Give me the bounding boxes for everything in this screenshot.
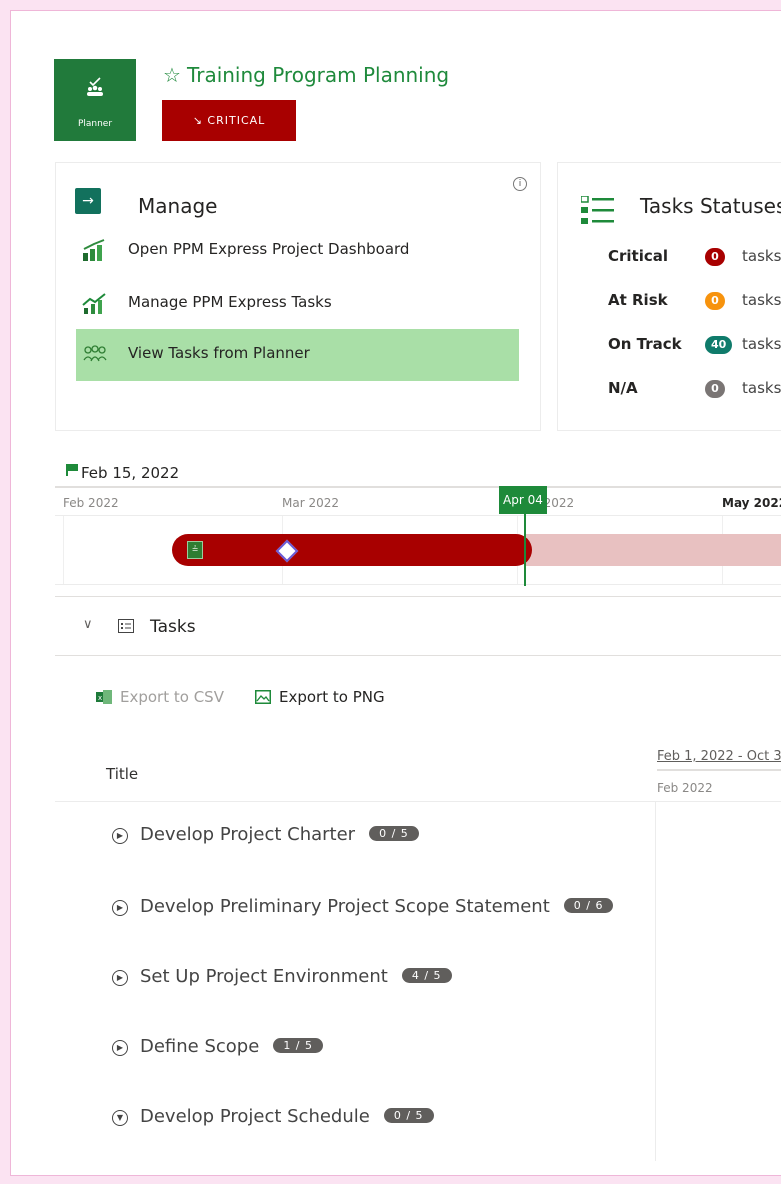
info-icon[interactable]: i	[513, 177, 527, 191]
tasks-section-title[interactable]: Tasks	[150, 617, 196, 637]
task-progress-badge: 0 / 5	[369, 826, 419, 841]
timeline-gridline	[63, 516, 64, 584]
status-row-na: N/A 0 tasks	[558, 374, 781, 404]
timeline-bar-remaining[interactable]	[526, 534, 781, 566]
bar-chart-up-icon	[83, 239, 105, 261]
flag-icon	[66, 464, 78, 476]
export-png-button[interactable]: Export to PNG	[255, 688, 385, 706]
collapse-icon[interactable]: ▼	[112, 1110, 128, 1126]
status-count-badge[interactable]: 0	[705, 248, 725, 266]
timeline-tick: Feb 2022	[63, 496, 119, 510]
timeline-axis	[55, 486, 781, 488]
status-count-badge[interactable]: 40	[705, 336, 733, 354]
trend-down-icon: ↘	[192, 114, 208, 127]
expand-icon[interactable]: ▶	[112, 970, 128, 986]
project-page: Planner ☆ Training Program Planning ↘ CRI…	[10, 10, 781, 1176]
timeline-tick: Mar 2022	[282, 496, 339, 510]
task-progress-badge: 4 / 5	[401, 968, 452, 983]
task-title: Develop Preliminary Project Scope Statem…	[140, 896, 550, 917]
timeline-divider	[55, 515, 781, 516]
table-header-divider	[55, 801, 781, 802]
task-row[interactable]: ▶ Set Up Project Environment 4 / 5	[112, 966, 452, 996]
gantt-axis	[657, 769, 781, 771]
planner-people-icon	[54, 75, 136, 103]
status-badge-label: CRITICAL	[207, 114, 266, 127]
excel-icon: x	[96, 690, 112, 704]
manage-card: → Manage i Open PPM Express Project Dash…	[55, 162, 541, 431]
project-title-text: Training Program Planning	[186, 63, 450, 87]
expand-icon[interactable]: ▶	[112, 828, 128, 844]
task-row[interactable]: ▶ Define Scope 1 / 5	[112, 1036, 324, 1066]
status-unit: tasks	[742, 379, 781, 397]
task-title: Set Up Project Environment	[140, 966, 388, 987]
export-csv-button[interactable]: x Export to CSV	[96, 688, 224, 706]
tasks-statuses-card: Tasks Statuses Critical 0 tasks At Risk …	[557, 162, 781, 431]
timeline-bar-progress[interactable]	[172, 534, 532, 566]
task-progress-badge: 0 / 5	[383, 1108, 434, 1123]
tasks-statuses-title: Tasks Statuses	[640, 194, 781, 218]
logo-label: Planner	[77, 119, 113, 129]
export-csv-label: Export to CSV	[120, 688, 224, 706]
trend-chart-icon	[82, 293, 106, 314]
expand-icon[interactable]: ▶	[112, 900, 128, 916]
open-dashboard-label: Open PPM Express Project Dashboard	[128, 240, 410, 258]
planner-logo[interactable]: Planner	[54, 59, 136, 141]
status-count-badge[interactable]: 0	[705, 292, 725, 310]
section-divider	[55, 655, 781, 656]
gantt-date-range-link[interactable]: Feb 1, 2022 - Oct 3	[657, 749, 781, 764]
gantt-column-divider	[655, 801, 656, 1161]
status-row-critical: Critical 0 tasks	[558, 242, 781, 272]
view-planner-tasks-link[interactable]: View Tasks from Planner	[76, 329, 519, 381]
planner-people-icon	[83, 345, 107, 362]
expand-icon[interactable]: ▶	[112, 1040, 128, 1056]
status-badge: ↘ CRITICAL	[162, 100, 296, 141]
status-label: Critical	[608, 247, 669, 265]
arrow-right-circle-icon: →	[75, 188, 101, 214]
section-divider	[55, 596, 781, 597]
status-label: At Risk	[608, 291, 668, 309]
star-icon[interactable]: ☆	[163, 63, 181, 87]
image-icon	[255, 690, 271, 704]
timeline-tick: May 2022	[722, 496, 781, 510]
column-header-title[interactable]: Title	[106, 765, 138, 783]
manage-title: Manage	[138, 194, 218, 218]
task-row[interactable]: ▶ Develop Preliminary Project Scope State…	[112, 896, 614, 926]
export-png-label: Export to PNG	[279, 688, 385, 706]
timeline-start-date: Feb 15, 2022	[66, 464, 179, 482]
task-title: Develop Project Schedule	[140, 1106, 370, 1127]
gantt-month-label: Feb 2022	[657, 781, 713, 795]
task-progress-badge: 0 / 6	[563, 898, 614, 913]
svg-text:x: x	[98, 694, 102, 702]
status-count-badge[interactable]: 0	[705, 380, 725, 398]
planner-icon: ≟	[187, 541, 203, 559]
checklist-icon	[581, 196, 614, 224]
status-label: N/A	[608, 379, 638, 397]
manage-tasks-link[interactable]: Manage PPM Express Tasks	[76, 278, 519, 330]
task-row[interactable]: ▼ Develop Project Schedule 0 / 5	[112, 1106, 434, 1136]
timeline-divider	[55, 584, 781, 585]
timeline-start-date-text: Feb 15, 2022	[81, 464, 180, 482]
status-row-on-track: On Track 40 tasks	[558, 330, 781, 360]
task-progress-badge: 1 / 5	[273, 1038, 324, 1053]
status-row-at-risk: At Risk 0 tasks	[558, 286, 781, 316]
manage-tasks-label: Manage PPM Express Tasks	[128, 293, 332, 311]
project-title[interactable]: ☆ Training Program Planning	[163, 63, 449, 87]
today-marker: Apr 04	[499, 486, 547, 514]
task-title: Define Scope	[140, 1036, 260, 1057]
open-dashboard-link[interactable]: Open PPM Express Project Dashboard	[76, 225, 519, 277]
status-label: On Track	[608, 335, 682, 353]
chevron-down-icon[interactable]: ∨	[83, 617, 93, 632]
status-unit: tasks	[742, 247, 781, 265]
task-title: Develop Project Charter	[140, 824, 356, 845]
task-row[interactable]: ▶ Develop Project Charter 0 / 5	[112, 824, 419, 854]
status-unit: tasks	[742, 335, 781, 353]
status-unit: tasks	[742, 291, 781, 309]
view-planner-tasks-label: View Tasks from Planner	[128, 344, 310, 362]
task-list-icon	[118, 619, 134, 633]
